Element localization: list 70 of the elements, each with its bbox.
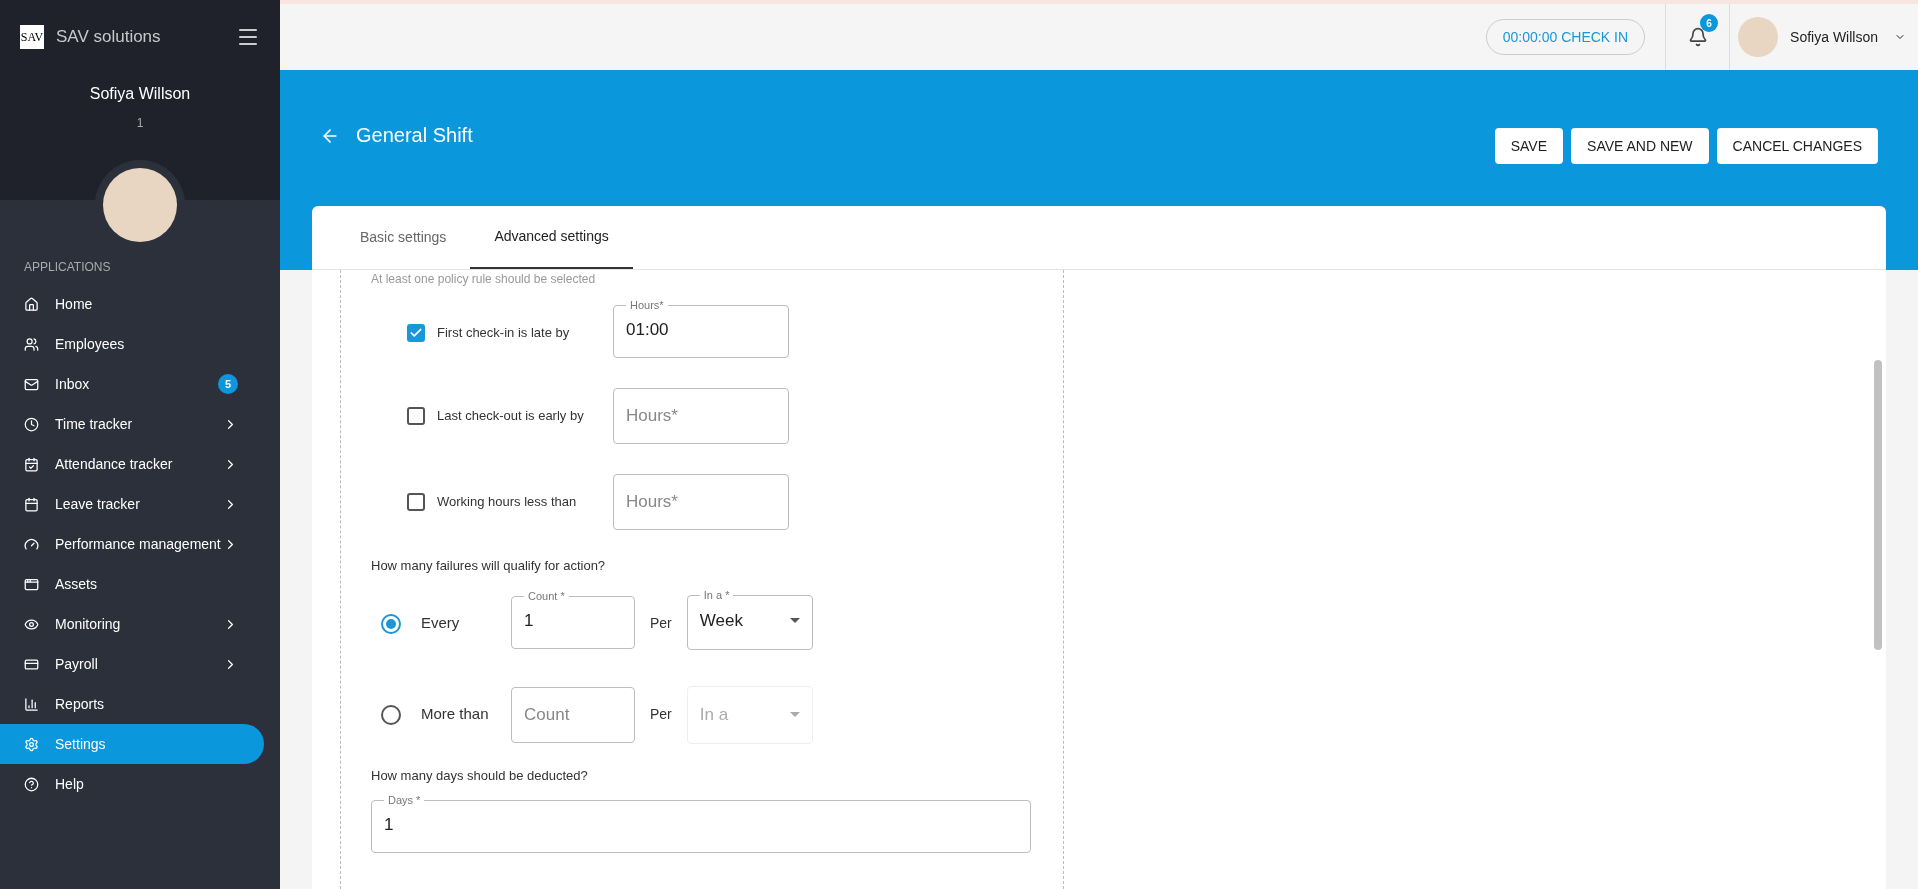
rule-label: Working hours less than — [437, 493, 578, 512]
input-field[interactable]: Hours* — [613, 388, 789, 444]
field-label: Days * — [387, 795, 422, 806]
per-label: Per — [650, 705, 672, 724]
field-label: Count * — [527, 590, 566, 602]
nav-item[interactable]: Employees — [0, 324, 264, 364]
nav-item[interactable]: Reports — [0, 684, 264, 724]
chart-icon — [24, 696, 39, 712]
clock-icon — [24, 416, 39, 432]
people-icon — [24, 336, 39, 352]
checkbox[interactable] — [407, 324, 425, 342]
nav-item[interactable]: Payroll — [0, 644, 264, 684]
tab[interactable]: Basic settings — [336, 206, 471, 269]
help-icon — [24, 776, 39, 792]
nav-item[interactable]: Time tracker — [0, 404, 264, 444]
input-field[interactable]: Days * 1 — [371, 795, 1031, 853]
caret-icon — [789, 618, 800, 623]
rule-label: Last check-out is early by — [437, 407, 585, 426]
card-icon — [24, 656, 39, 672]
nav-item[interactable]: Help — [0, 764, 264, 804]
option-label: More than — [421, 704, 490, 725]
caret-icon — [789, 712, 800, 717]
page-title: General Shift — [356, 123, 473, 148]
user-id: 1 — [136, 115, 144, 132]
field-label: In a * — [702, 589, 731, 601]
logo: SAV — [20, 25, 44, 49]
home-icon — [24, 296, 39, 312]
count-badge: 5 — [218, 374, 238, 394]
action-button[interactable]: CANCEL CHANGES — [1716, 128, 1878, 164]
select-value: In a — [699, 703, 729, 726]
section-title: APPLICATIONS — [24, 259, 112, 276]
settings-icon — [24, 736, 39, 752]
nav-item[interactable]: Assets — [0, 564, 264, 604]
notification-badge: 6 — [1700, 14, 1719, 32]
brand-name: SAV solutions — [56, 26, 161, 49]
eye-icon — [24, 616, 39, 632]
bell-icon[interactable] — [1687, 27, 1708, 47]
envelope-icon — [24, 376, 39, 392]
action-button[interactable]: SAVE — [1494, 128, 1564, 164]
nav-item[interactable]: Monitoring — [0, 604, 264, 644]
nav-item[interactable]: Inbox 5 — [0, 364, 264, 404]
user-menu[interactable]: Sofiya Willson — [1790, 26, 1878, 48]
input-field[interactable]: Hours* 01:00 — [613, 300, 789, 358]
checkbox[interactable] — [407, 407, 425, 425]
check-icon — [409, 326, 423, 340]
action-button[interactable]: SAVE AND NEW — [1571, 128, 1709, 164]
input-field[interactable]: Count * 1 — [511, 590, 635, 649]
nav-item[interactable]: Home — [0, 284, 264, 324]
per-label: Per — [650, 614, 672, 633]
nav-item[interactable]: Leave tracker — [0, 484, 264, 524]
rule-label: First check-in is late by — [437, 324, 571, 343]
avatar — [1738, 17, 1779, 57]
option-label: Every — [421, 613, 461, 634]
field-label: Hours* — [629, 300, 665, 311]
calendar-icon — [24, 496, 39, 512]
hint-text: At least one policy rule should be selected — [371, 271, 597, 288]
checkbox[interactable] — [407, 493, 425, 511]
gauge-icon — [24, 536, 39, 552]
calendar-check-icon — [24, 456, 39, 472]
user-name: Sofiya Willson — [89, 84, 191, 104]
input-field[interactable]: Hours* — [613, 474, 789, 530]
nav-item[interactable]: Performance management — [0, 524, 264, 564]
scrollbar[interactable] — [1874, 360, 1882, 650]
select-field[interactable]: In a * Week — [686, 589, 813, 650]
nav-item[interactable]: Attendance tracker — [0, 444, 264, 484]
window-icon — [24, 576, 39, 592]
radio-button[interactable] — [381, 613, 401, 634]
question-text: How many days should be deducted? — [371, 766, 589, 785]
select-value: Week — [699, 609, 743, 632]
question-text: How many failures will qualify for action? — [371, 557, 607, 575]
